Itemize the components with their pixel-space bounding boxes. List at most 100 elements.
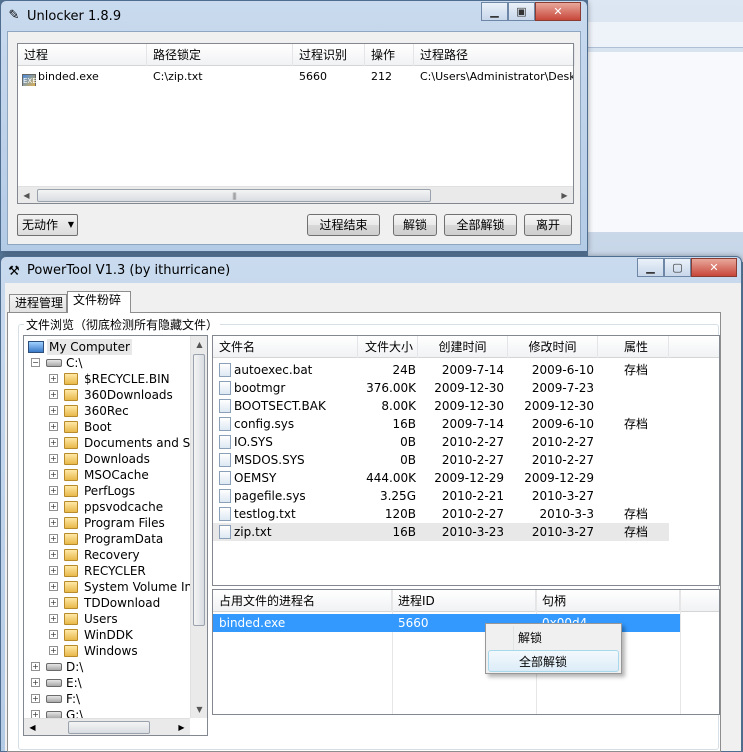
expand-icon[interactable]: + [49, 566, 58, 575]
tree-item-folder[interactable]: + RECYCLER [24, 563, 194, 579]
locked-process-list[interactable]: 过程 路径锁定 过程识别 操作 过程路径 EXEbinded.exe C:\zi… [17, 43, 575, 204]
table-row[interactable]: autoexec.bat 24B 2009-7-14 2009-6-10 存档 [213, 361, 669, 379]
scroll-thumb[interactable]: ||| [37, 189, 431, 202]
table-row[interactable]: pagefile.sys 3.25G 2010-2-21 2010-3-27 [213, 487, 669, 505]
column-header[interactable]: 属性 [598, 336, 669, 358]
column-header[interactable]: 文件名 [213, 336, 358, 358]
tree-item-my-computer[interactable]: My Computer [24, 339, 194, 355]
powertool-titlebar[interactable]: ⚒ PowerTool V1.3 (by ithurricane) ▁ ▢ ✕ [1, 257, 741, 283]
expand-icon[interactable]: + [49, 550, 58, 559]
tree-item-folder[interactable]: + Windows [24, 643, 194, 659]
tree-item-folder[interactable]: +360Downloads [24, 387, 194, 403]
column-header[interactable]: 文件大小 [358, 336, 418, 358]
scroll-right-icon[interactable]: ▶ [173, 719, 190, 735]
expand-icon[interactable]: + [49, 406, 58, 415]
tree-item-folder[interactable]: + System Volume Inf [24, 579, 196, 595]
maximize-button[interactable]: ▣ [508, 2, 535, 21]
table-row[interactable]: testlog.txt 120B 2010-2-27 2010-3-3 存档 [213, 505, 669, 523]
expand-icon[interactable]: + [49, 422, 58, 431]
table-row[interactable]: bootmgr 376.00K 2009-12-30 2009-7-23 [213, 379, 669, 397]
column-header[interactable]: 操作 [365, 44, 414, 66]
maximize-button[interactable]: ▢ [664, 258, 691, 277]
expand-icon[interactable]: + [49, 454, 58, 463]
tree-item-drive[interactable]: + F:\ [24, 691, 194, 707]
scroll-right-icon[interactable]: ▶ [556, 187, 573, 204]
vertical-scrollbar[interactable]: ▲ ▼ [190, 336, 207, 718]
table-row[interactable]: config.sys 16B 2009-7-14 2009-6-10 存档 [213, 415, 669, 433]
scroll-down-icon[interactable]: ▼ [191, 701, 207, 718]
locking-process-list[interactable]: 占用文件的进程名 进程ID 句柄 binded.exe 5660 0x00d4 [212, 589, 720, 715]
tree-item-drive[interactable]: + E:\ [24, 675, 194, 691]
column-header[interactable]: 进程ID [392, 590, 536, 612]
tree-item-folder[interactable]: + Documents and Se [24, 435, 198, 451]
action-select[interactable]: 无动作 ▼ [17, 214, 78, 236]
tree-item-folder[interactable]: + Downloads [24, 451, 194, 467]
column-header[interactable]: 修改时间 [508, 336, 598, 358]
tree-item-folder[interactable]: + PerfLogs [24, 483, 194, 499]
expand-icon[interactable]: + [49, 582, 58, 591]
table-row[interactable]: zip.txt 16B 2010-3-23 2010-3-27 存档 [213, 523, 669, 541]
tree-item-folder[interactable]: + ProgramData [24, 531, 194, 547]
tree-item-folder[interactable]: + TDDownload [24, 595, 194, 611]
column-header[interactable]: 过程路径 [414, 44, 575, 66]
quit-button[interactable]: 离开 [524, 214, 572, 236]
minimize-button[interactable]: ▁ [481, 2, 508, 21]
expand-icon[interactable]: + [31, 694, 40, 703]
list-item[interactable]: EXEbinded.exe C:\zip.txt 5660 212 C:\Use… [18, 68, 573, 86]
expand-icon[interactable]: + [49, 630, 58, 639]
column-header[interactable]: 路径锁定 [147, 44, 293, 66]
scroll-up-icon[interactable]: ▲ [191, 336, 207, 353]
tree-item-folder[interactable]: + Users [24, 611, 194, 627]
column-header[interactable]: 占用文件的进程名 [213, 590, 392, 612]
expand-icon[interactable]: + [49, 502, 58, 511]
close-button[interactable]: ✕ [535, 2, 581, 21]
table-row[interactable]: OEMSY 444.00K 2009-12-29 2009-12-29 [213, 469, 669, 487]
unlocker-titlebar[interactable]: ✎ Unlocker 1.8.9 ▁ ▣ ✕ [1, 1, 587, 31]
tree-item-folder[interactable]: + Boot [24, 419, 194, 435]
scroll-left-icon[interactable]: ◀ [18, 187, 35, 204]
expand-icon[interactable]: + [49, 486, 58, 495]
table-row[interactable]: MSDOS.SYS 0B 2010-2-27 2010-2-27 [213, 451, 669, 469]
expand-icon[interactable]: + [49, 614, 58, 623]
column-header[interactable]: 创建时间 [418, 336, 508, 358]
tree-item-drive[interactable]: + D:\ [24, 659, 194, 675]
column-header[interactable]: 句柄 [536, 590, 680, 612]
tree-item-drive-c[interactable]: − C:\ [24, 355, 194, 371]
collapse-icon[interactable]: − [31, 358, 40, 367]
expand-icon[interactable]: + [49, 518, 58, 527]
tree-item-folder[interactable]: +360Rec [24, 403, 194, 419]
scroll-left-icon[interactable]: ◀ [24, 719, 41, 735]
tree-item-folder[interactable]: + MSOCache [24, 467, 194, 483]
expand-icon[interactable]: + [49, 390, 58, 399]
tree-item-folder[interactable]: + $RECYCLE.BIN [24, 371, 194, 387]
minimize-button[interactable]: ▁ [637, 258, 664, 277]
folder-tree[interactable]: My Computer − C:\ + $RECYCLE.BIN +360Downl… [23, 335, 208, 736]
unlock-all-button[interactable]: 全部解锁 [444, 214, 517, 236]
column-header[interactable]: 过程 [18, 44, 147, 66]
horizontal-scrollbar[interactable]: ◀ ▶ [24, 718, 190, 735]
tab-process-manager[interactable]: 进程管理 [9, 294, 67, 313]
tree-item-folder[interactable]: + ppsvodcache [24, 499, 194, 515]
tab-file-shredder[interactable]: 文件粉碎 [67, 291, 131, 313]
horizontal-scrollbar[interactable]: ◀ ||| ▶ [18, 186, 573, 203]
expand-icon[interactable]: + [49, 534, 58, 543]
kill-process-button[interactable]: 过程结束 [307, 214, 380, 236]
column-header[interactable]: 过程识别 [293, 44, 365, 66]
expand-icon[interactable]: + [49, 646, 58, 655]
menu-item-unlock-all[interactable]: 全部解锁 [488, 650, 619, 672]
unlock-button[interactable]: 解锁 [393, 214, 437, 236]
expand-icon[interactable]: + [49, 374, 58, 383]
expand-icon[interactable]: + [31, 662, 40, 671]
expand-icon[interactable]: + [49, 598, 58, 607]
table-row[interactable]: BOOTSECT.BAK 8.00K 2009-12-30 2009-12-30 [213, 397, 669, 415]
table-row[interactable]: IO.SYS 0B 2010-2-27 2010-2-27 [213, 433, 669, 451]
expand-icon[interactable]: + [31, 678, 40, 687]
scroll-thumb[interactable] [193, 354, 205, 626]
tree-item-folder[interactable]: + Recovery [24, 547, 194, 563]
tree-item-folder[interactable]: + Program Files [24, 515, 194, 531]
scroll-thumb[interactable] [68, 721, 150, 734]
file-list[interactable]: 文件名 文件大小 创建时间 修改时间 属性 autoexec.bat 24B 200… [212, 335, 720, 586]
close-button[interactable]: ✕ [691, 258, 737, 277]
tree-item-folder[interactable]: + WinDDK [24, 627, 194, 643]
menu-item-unlock[interactable]: 解锁 [488, 627, 619, 649]
